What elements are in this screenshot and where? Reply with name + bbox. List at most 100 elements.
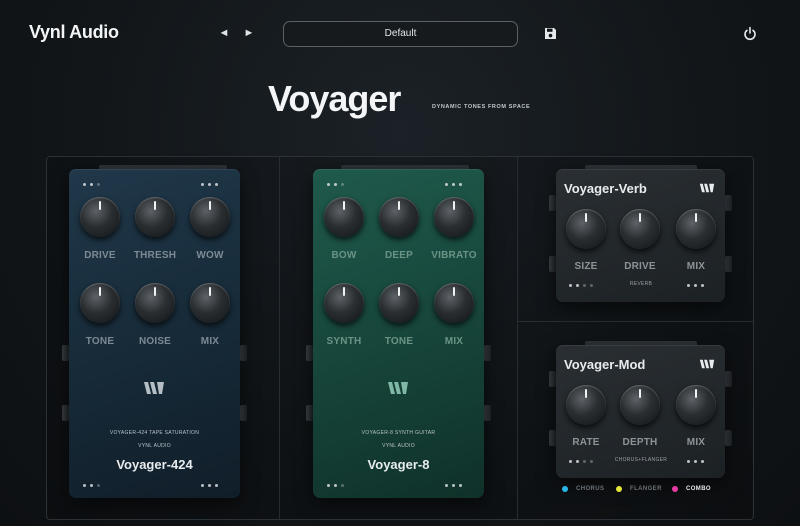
knob-label: WOW bbox=[196, 250, 224, 261]
output-jack bbox=[240, 345, 247, 361]
pedal-brand: VYNL AUDIO bbox=[138, 443, 171, 449]
mode-option-flanger[interactable]: FLANGER bbox=[616, 486, 662, 492]
knob-label: BOW bbox=[331, 250, 357, 261]
save-button[interactable] bbox=[544, 27, 557, 40]
pedal-name: Voyager-Mod bbox=[564, 357, 646, 372]
mode-option-label: CHORUS bbox=[576, 486, 605, 492]
combo-dot-icon bbox=[672, 486, 678, 492]
mix-knob[interactable] bbox=[676, 209, 716, 249]
knob-label: THRESH bbox=[133, 250, 177, 261]
pedal-subtitle: VOYAGER-8 SYNTH GUITAR bbox=[361, 430, 436, 436]
mode-option-label: FLANGER bbox=[630, 486, 662, 492]
tone-knob[interactable] bbox=[80, 283, 120, 323]
knob-label: SYNTH bbox=[326, 336, 362, 347]
input-jack bbox=[549, 256, 556, 272]
mix-knob[interactable] bbox=[676, 385, 716, 425]
product-title: Voyager bbox=[268, 78, 401, 119]
pedal-voyager-verb: Voyager-Verb SIZE DRIVE MIX REVERB bbox=[556, 169, 725, 302]
led-dots bbox=[83, 183, 100, 186]
mod-mode-selector: CHORUS FLANGER COMBO bbox=[560, 486, 730, 496]
knob-label: TONE bbox=[384, 336, 414, 347]
mode-option-combo[interactable]: COMBO bbox=[672, 486, 711, 492]
knob-label: RATE bbox=[572, 437, 600, 448]
product-tagline: DYNAMIC TONES FROM SPACE bbox=[432, 104, 531, 110]
led-dots bbox=[201, 183, 218, 186]
size-knob[interactable] bbox=[566, 209, 606, 249]
knob-label: NOISE bbox=[138, 336, 172, 347]
output-jack bbox=[484, 405, 491, 421]
input-jack bbox=[62, 345, 69, 361]
noise-knob[interactable] bbox=[135, 283, 175, 323]
led-dots bbox=[445, 484, 462, 487]
vynl-logo-icon bbox=[144, 382, 164, 394]
led-dots bbox=[201, 484, 218, 487]
input-jack bbox=[549, 195, 556, 211]
tone-knob[interactable] bbox=[379, 283, 419, 323]
floppy-disk-icon bbox=[545, 28, 556, 39]
rate-knob[interactable] bbox=[566, 385, 606, 425]
plugin-window: Vynl Audio ◄ ► Default Voyager DYNAMIC T… bbox=[0, 0, 800, 526]
led-dots bbox=[569, 284, 593, 287]
depth-knob[interactable] bbox=[620, 385, 660, 425]
pedal-subtitle: VOYAGER-424 TAPE SATURATION bbox=[109, 430, 200, 436]
output-jack bbox=[240, 405, 247, 421]
mode-option-label: COMBO bbox=[686, 486, 711, 492]
next-preset-button[interactable]: ► bbox=[242, 26, 256, 40]
mode-label: REVERB bbox=[629, 281, 653, 287]
knob-label: MIX bbox=[686, 261, 706, 272]
knob-label: DRIVE bbox=[84, 250, 116, 261]
flanger-dot-icon bbox=[616, 486, 622, 492]
knob-label: MIX bbox=[686, 437, 706, 448]
input-jack bbox=[306, 345, 313, 361]
pedal-brand: VYNL AUDIO bbox=[382, 443, 415, 449]
wow-knob[interactable] bbox=[190, 197, 230, 237]
led-dots bbox=[687, 460, 704, 463]
mix-knob[interactable] bbox=[434, 283, 474, 323]
output-jack bbox=[484, 345, 491, 361]
mode-label: CHORUS+FLANGER bbox=[614, 457, 668, 463]
mix-knob[interactable] bbox=[190, 283, 230, 323]
rack-divider bbox=[279, 157, 280, 519]
led-dots bbox=[687, 284, 704, 287]
vynl-logo-icon bbox=[699, 183, 715, 193]
output-jack bbox=[725, 371, 732, 387]
knob-label: MIX bbox=[200, 336, 220, 347]
output-jack bbox=[725, 430, 732, 446]
previous-preset-button[interactable]: ◄ bbox=[217, 26, 231, 40]
pedal-name: Voyager-8 bbox=[367, 457, 430, 472]
led-dots bbox=[327, 183, 344, 186]
led-dots bbox=[83, 484, 100, 487]
input-jack bbox=[306, 405, 313, 421]
drive-knob[interactable] bbox=[80, 197, 120, 237]
knob-label: DRIVE bbox=[624, 261, 656, 272]
vynl-logo-icon bbox=[388, 382, 408, 394]
led-dots bbox=[445, 183, 462, 186]
input-jack bbox=[549, 430, 556, 446]
pedal-voyager-mod: Voyager-Mod RATE DEPTH MIX CHORUS+FLANGE… bbox=[556, 345, 725, 478]
preset-selector[interactable]: Default bbox=[283, 21, 518, 47]
knob-label: VIBRATO bbox=[431, 250, 477, 261]
power-icon bbox=[744, 26, 756, 41]
pedal-voyager-424: DRIVE THRESH WOW TONE NOISE MIX VOYAGER-… bbox=[69, 169, 240, 498]
thresh-knob[interactable] bbox=[135, 197, 175, 237]
knob-label: MIX bbox=[444, 336, 464, 347]
led-dots bbox=[327, 484, 344, 487]
vibrato-knob[interactable] bbox=[434, 197, 474, 237]
output-jack bbox=[725, 195, 732, 211]
bow-knob[interactable] bbox=[324, 197, 364, 237]
input-jack bbox=[549, 371, 556, 387]
knob-label: TONE bbox=[85, 336, 115, 347]
pedal-name: Voyager-424 bbox=[116, 457, 193, 472]
output-jack bbox=[725, 256, 732, 272]
drive-knob[interactable] bbox=[620, 209, 660, 249]
pedal-voyager-8: BOW DEEP VIBRATO SYNTH TONE MIX VOYAGER-… bbox=[313, 169, 484, 498]
brand-logo: Vynl Audio bbox=[29, 22, 119, 42]
pedal-name: Voyager-Verb bbox=[564, 181, 647, 196]
knob-label: DEPTH bbox=[622, 437, 658, 448]
chorus-dot-icon bbox=[562, 486, 568, 492]
power-button[interactable] bbox=[743, 26, 757, 41]
mode-option-chorus[interactable]: CHORUS bbox=[562, 486, 604, 492]
knob-label: SIZE bbox=[574, 261, 598, 272]
deep-knob[interactable] bbox=[379, 197, 419, 237]
synth-knob[interactable] bbox=[324, 283, 364, 323]
